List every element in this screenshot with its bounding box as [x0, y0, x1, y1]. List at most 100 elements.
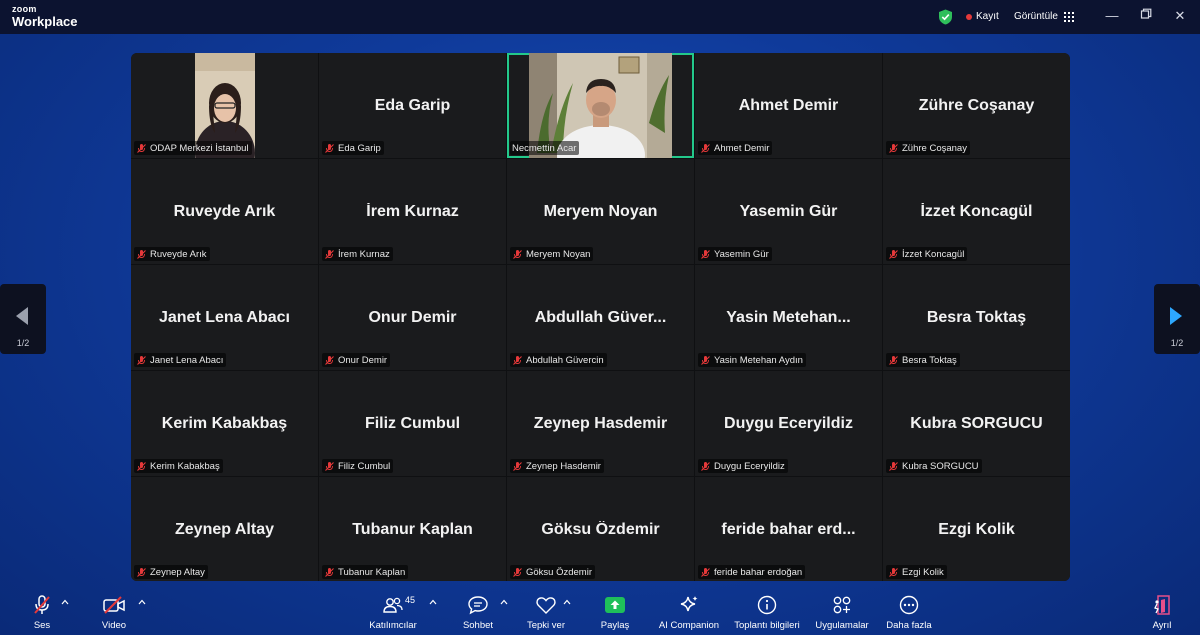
view-button[interactable]: Görüntüle — [1010, 9, 1078, 24]
participant-display-name: Ahmet Demir — [738, 97, 839, 114]
participant-name-label: Ruveyde Arık — [134, 247, 210, 261]
muted-mic-icon — [701, 567, 710, 577]
participant-tile-active-speaker[interactable]: Necmettin Acar — [507, 53, 694, 158]
participant-display-name: Yasemin Gür — [739, 203, 838, 220]
leave-door-icon — [1154, 595, 1170, 615]
audio-button[interactable]: Ses — [28, 592, 56, 631]
muted-mic-icon — [889, 355, 898, 365]
react-options-chevron-up-icon[interactable] — [563, 598, 571, 606]
recording-indicator[interactable]: Kayıt — [966, 11, 999, 22]
muted-mic-icon — [513, 567, 522, 577]
muted-mic-icon — [513, 355, 522, 365]
close-icon[interactable]: ✕ — [1172, 8, 1188, 24]
participant-tile[interactable]: Eda Garip Eda Garip — [319, 53, 506, 158]
participant-name-label: Yasin Metehan Aydın — [698, 353, 806, 367]
apps-icon — [833, 596, 851, 614]
participants-options-chevron-up-icon[interactable] — [429, 598, 437, 606]
muted-mic-icon — [513, 249, 522, 259]
participant-name-label: Yasemin Gür — [698, 247, 772, 261]
participant-display-name: Duygu Eceryildiz — [724, 415, 853, 432]
meeting-info-button[interactable]: Toplantı bilgileri — [730, 592, 804, 631]
muted-mic-icon — [889, 143, 898, 153]
participant-display-name: Göksu Özdemir — [541, 521, 660, 538]
logo-zoom-text: zoom — [12, 4, 37, 14]
muted-mic-icon — [513, 461, 522, 471]
participants-count: 45 — [405, 595, 416, 605]
react-label: Tepki ver — [526, 620, 565, 631]
participant-name-label: İzzet Koncagül — [886, 247, 968, 261]
more-button[interactable]: Daha fazla — [884, 592, 934, 631]
minimize-icon[interactable]: — — [1104, 8, 1120, 24]
participant-tile[interactable]: Janet Lena Abacı Janet Lena Abacı — [131, 265, 318, 370]
participant-name-label: Göksu Özdemir — [510, 565, 595, 579]
muted-mic-icon — [701, 143, 710, 153]
participant-tile[interactable]: Ruveyde Arık Ruveyde Arık — [131, 159, 318, 264]
grid-view-icon — [1063, 11, 1074, 22]
participant-tile[interactable]: Göksu Özdemir Göksu Özdemir — [507, 477, 694, 581]
participant-tile[interactable]: Meryem Noyan Meryem Noyan — [507, 159, 694, 264]
participant-display-name: Zühre Coşanay — [918, 97, 1035, 114]
muted-mic-icon — [889, 567, 898, 577]
participant-name-label: Filiz Cumbul — [322, 459, 394, 473]
participant-tile[interactable]: Yasemin Gür Yasemin Gür — [695, 159, 882, 264]
chat-options-chevron-up-icon[interactable] — [500, 598, 508, 606]
participant-name-label: Kubra SORGUCU — [886, 459, 982, 473]
participant-tile[interactable]: Kubra SORGUCU Kubra SORGUCU — [883, 371, 1070, 476]
video-button[interactable]: Video — [98, 592, 130, 631]
participant-tile[interactable]: Zühre Coşanay Zühre Coşanay — [883, 53, 1070, 158]
participant-name-label: Eda Garip — [322, 141, 384, 155]
muted-mic-icon — [137, 249, 146, 259]
participant-tile[interactable]: İrem Kurnaz İrem Kurnaz — [319, 159, 506, 264]
audio-label: Ses — [33, 620, 51, 631]
react-button[interactable]: Tepki ver — [524, 592, 568, 631]
muted-mic-icon — [137, 567, 146, 577]
apps-button[interactable]: Uygulamalar — [812, 592, 872, 631]
participant-display-name: feride bahar erd... — [721, 521, 856, 538]
participant-display-name: Zeynep Hasdemir — [533, 415, 668, 432]
participant-tile[interactable]: Abdullah Güver... Abdullah Güvercin — [507, 265, 694, 370]
share-label: Paylaş — [600, 620, 630, 631]
previous-page-button[interactable]: 1/2 — [0, 284, 46, 354]
chat-label: Sohbet — [462, 620, 494, 631]
participant-name-label: Ahmet Demir — [698, 141, 773, 155]
video-options-chevron-up-icon[interactable] — [138, 598, 146, 606]
restore-icon[interactable] — [1138, 8, 1154, 24]
participant-tile-video[interactable]: ODAP Merkezi İstanbul — [131, 53, 318, 158]
participant-name-label: Necmettin Acar — [510, 141, 580, 155]
participant-name-label: Janet Lena Abacı — [134, 353, 227, 367]
muted-mic-icon — [701, 461, 710, 471]
share-screen-button[interactable]: Paylaş — [598, 592, 632, 631]
participant-tile[interactable]: Yasin Metehan... Yasin Metehan Aydın — [695, 265, 882, 370]
participant-tile[interactable]: Tubanur Kaplan Tubanur Kaplan — [319, 477, 506, 581]
participant-tile[interactable]: Besra Toktaş Besra Toktaş — [883, 265, 1070, 370]
participant-display-name: Yasin Metehan... — [726, 309, 851, 326]
participant-tile[interactable]: Kerim Kabakbaş Kerim Kabakbaş — [131, 371, 318, 476]
participant-tile[interactable]: Zeynep Altay Zeynep Altay — [131, 477, 318, 581]
participant-tile[interactable]: Zeynep Hasdemir Zeynep Hasdemir — [507, 371, 694, 476]
participant-tile[interactable]: İzzet Koncagül İzzet Koncagül — [883, 159, 1070, 264]
muted-mic-icon — [325, 143, 334, 153]
participant-tile[interactable]: Onur Demir Onur Demir — [319, 265, 506, 370]
ai-companion-button[interactable]: AI Companion — [656, 592, 722, 631]
muted-mic-icon — [889, 461, 898, 471]
video-label: Video — [101, 620, 127, 631]
participant-tile[interactable]: Filiz Cumbul Filiz Cumbul — [319, 371, 506, 476]
muted-mic-icon — [889, 249, 898, 259]
participant-tile[interactable]: Duygu Eceryildiz Duygu Eceryildiz — [695, 371, 882, 476]
participant-display-name: Janet Lena Abacı — [158, 309, 290, 326]
participant-tile[interactable]: Ezgi Kolik Ezgi Kolik — [883, 477, 1070, 581]
participants-label: Katılımcılar — [369, 620, 417, 631]
chat-button[interactable]: Sohbet — [460, 592, 496, 631]
next-page-button[interactable]: 1/2 — [1154, 284, 1200, 354]
participant-name-label: Zühre Coşanay — [886, 141, 970, 155]
audio-options-chevron-up-icon[interactable] — [61, 598, 69, 606]
title-bar: zoom Workplace Kayıt Görüntüle — ✕ — [0, 0, 1200, 34]
muted-mic-icon — [137, 461, 146, 471]
participant-display-name: İzzet Koncagül — [920, 203, 1033, 220]
security-shield-icon[interactable] — [938, 9, 953, 25]
participant-tile[interactable]: feride bahar erd... feride bahar erdoğan — [695, 477, 882, 581]
participant-name-label: İrem Kurnaz — [322, 247, 393, 261]
participant-name-label: Zeynep Hasdemir — [510, 459, 604, 473]
participant-tile[interactable]: Ahmet Demir Ahmet Demir — [695, 53, 882, 158]
leave-button[interactable]: Ayrıl — [1148, 592, 1176, 631]
